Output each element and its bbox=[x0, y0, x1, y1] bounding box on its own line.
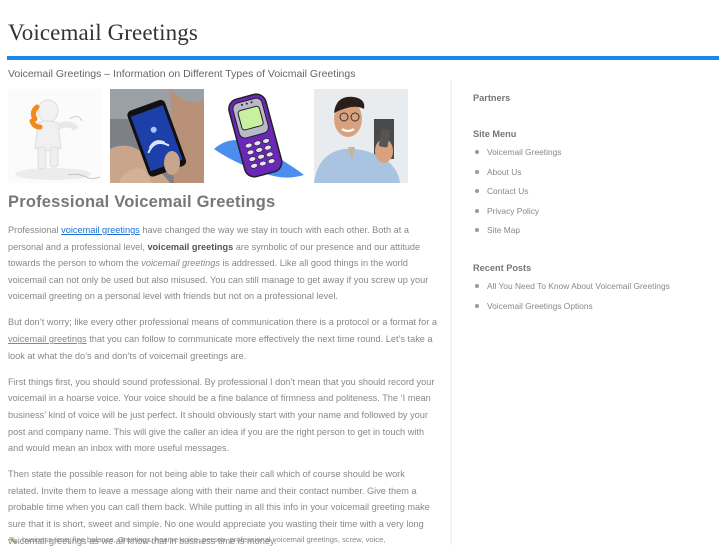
header-image-strip bbox=[8, 89, 408, 183]
bullet-icon bbox=[475, 303, 479, 308]
text: But don’t worry; like every other profes… bbox=[8, 317, 437, 328]
post-tags: business time, fine balance, Greetings, … bbox=[8, 535, 385, 544]
menu-link[interactable]: About Us bbox=[487, 167, 521, 177]
site-tagline: Voicemail Greetings – Information on Dif… bbox=[8, 68, 356, 80]
text: Professional bbox=[8, 225, 62, 235]
menu-link[interactable]: Contact Us bbox=[487, 186, 528, 196]
site-menu-item-privacy-policy[interactable]: Privacy Policy bbox=[473, 206, 561, 226]
bullet-icon bbox=[475, 284, 479, 288]
widget-title-site-menu: Site Menu bbox=[473, 129, 517, 139]
bullet-icon bbox=[475, 169, 479, 174]
man-with-phone-image bbox=[314, 89, 408, 183]
post-title[interactable]: Professional Voicemail Greetings bbox=[8, 193, 438, 212]
voicemail-greetings-link[interactable]: voicemail greetings bbox=[61, 225, 140, 235]
smartphone-voicemail-image bbox=[110, 89, 204, 183]
bullet-icon bbox=[475, 208, 479, 213]
bullet-icon bbox=[475, 189, 479, 194]
site-menu-item-contact-us[interactable]: Contact Us bbox=[473, 186, 561, 206]
bullet-icon bbox=[475, 150, 479, 154]
widget-title-partners: Partners bbox=[473, 93, 511, 103]
recent-post-item[interactable]: All You Need To Know About Voicemail Gre… bbox=[473, 281, 670, 301]
sidebar-divider bbox=[450, 80, 452, 545]
site-title[interactable]: Voicemail Greetings bbox=[8, 20, 198, 46]
widget-site-menu: Site Menu Voicemail Greetings About Us C… bbox=[473, 129, 561, 245]
recent-post-link[interactable]: Voicemail Greetings Options bbox=[487, 301, 593, 311]
bold-keyword: voicemail greetings bbox=[147, 241, 234, 252]
post-paragraph: First things first, you should sound pro… bbox=[8, 376, 435, 454]
post-content: Professional Voicemail Greetings Profess… bbox=[8, 193, 438, 559]
recent-post-link[interactable]: All You Need To Know About Voicemail Gre… bbox=[487, 281, 670, 291]
widget-partners: Partners bbox=[473, 93, 510, 103]
site-menu-item-about-us[interactable]: About Us bbox=[473, 167, 561, 187]
site-menu-item-voicemail-greetings[interactable]: Voicemail Greetings bbox=[473, 147, 561, 167]
menu-link[interactable]: Site Map bbox=[487, 225, 520, 235]
widget-recent-posts: Recent Posts All You Need To Know About … bbox=[473, 263, 670, 320]
menu-link[interactable]: Voicemail Greetings bbox=[487, 147, 561, 157]
widget-title-recent-posts: Recent Posts bbox=[473, 263, 532, 273]
tags-list[interactable]: business time, fine balance, Greetings, … bbox=[22, 535, 385, 544]
italic-keyword: voicemail greetings bbox=[141, 258, 220, 269]
tag-icon bbox=[9, 536, 17, 543]
post-paragraph: Professional voicemail greetings have ch… bbox=[8, 222, 438, 305]
post-paragraph: But don’t worry; like every other profes… bbox=[8, 314, 438, 364]
3d-figure-on-phone-image bbox=[8, 89, 102, 183]
recent-post-item[interactable]: Voicemail Greetings Options bbox=[473, 301, 670, 321]
header-accent-bar bbox=[7, 56, 719, 60]
purple-cellphone-clipart-image bbox=[212, 89, 306, 183]
menu-link[interactable]: Privacy Policy bbox=[487, 206, 539, 216]
bullet-icon bbox=[475, 228, 479, 233]
voicemail-greetings-link[interactable]: voicemail greetings bbox=[8, 334, 87, 344]
site-menu-item-site-map[interactable]: Site Map bbox=[473, 225, 561, 245]
